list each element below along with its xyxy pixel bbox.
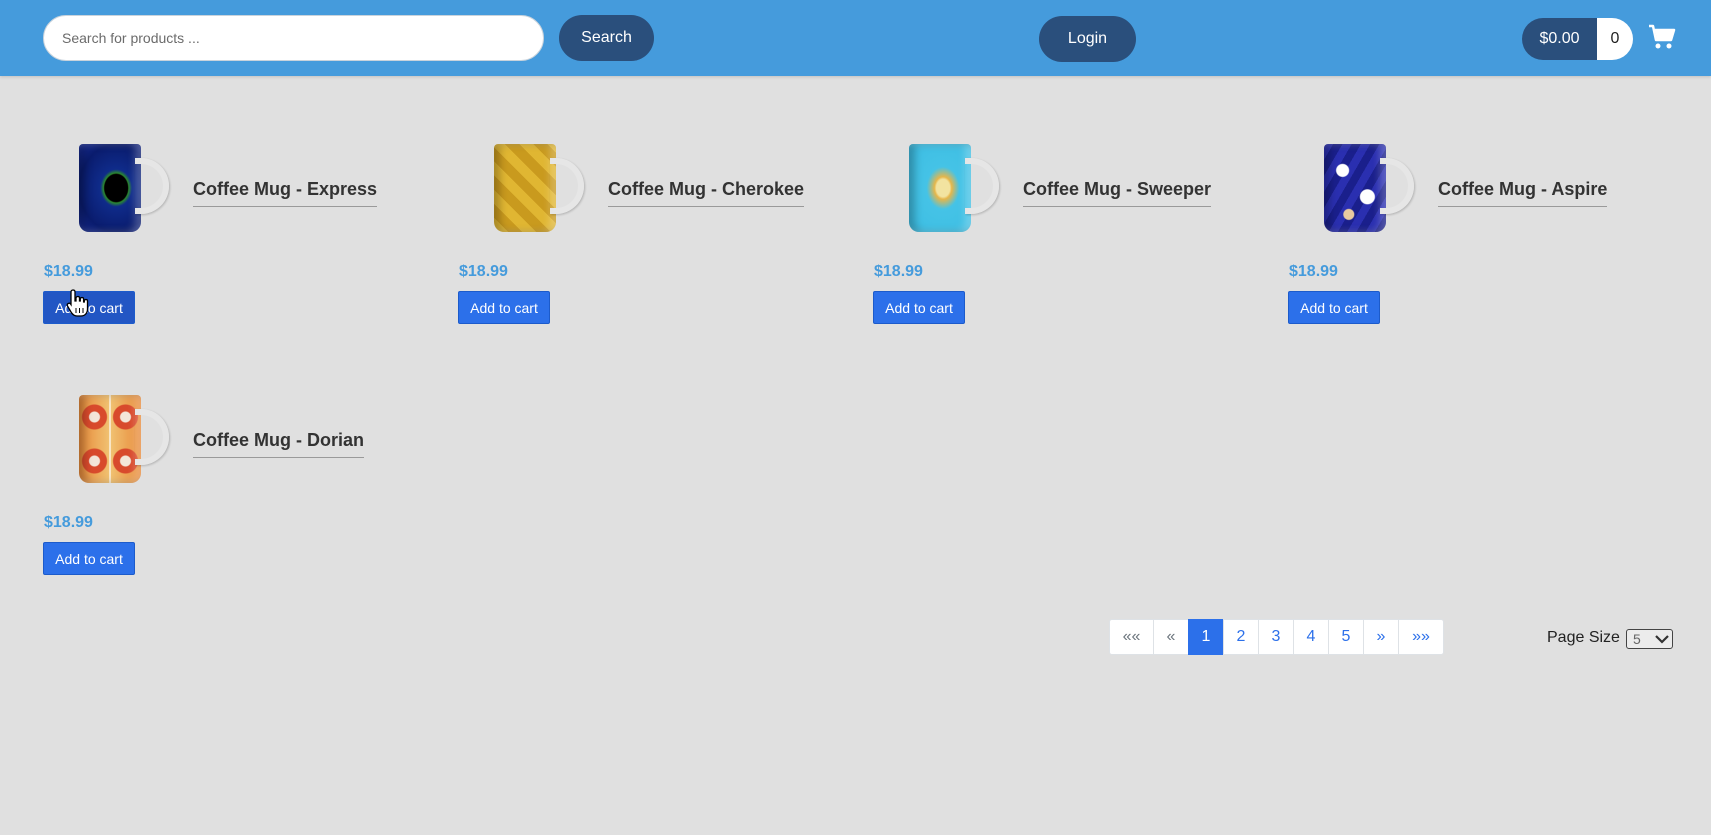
next-page-button[interactable]: » [1363, 619, 1399, 655]
product-card: Coffee Mug - Dorian $18.99 Add to cart [43, 343, 443, 575]
first-page-button[interactable]: «« [1109, 619, 1154, 655]
product-title[interactable]: Coffee Mug - Express [193, 179, 378, 207]
product-title[interactable]: Coffee Mug - Dorian [193, 430, 364, 458]
page-size-value: 5 [1633, 631, 1641, 647]
top-nav-bar: Search Login $0.00 0 [0, 0, 1711, 76]
add-to-cart-button[interactable]: Add to cart [1288, 291, 1380, 324]
add-to-cart-button[interactable]: Add to cart [873, 291, 965, 324]
product-image[interactable] [79, 395, 179, 487]
pagination: «« « 1 2 3 4 5 » »» [1109, 619, 1444, 655]
add-to-cart-button[interactable]: Add to cart [458, 291, 550, 324]
product-image[interactable] [79, 144, 179, 236]
product-card: Coffee Mug - Aspire $18.99 Add to cart [1288, 92, 1688, 324]
page-button-3[interactable]: 3 [1258, 619, 1294, 655]
search-button[interactable]: Search [559, 15, 654, 61]
add-to-cart-button[interactable]: Add to cart [43, 291, 135, 324]
product-price: $18.99 [459, 263, 508, 280]
product-card: Coffee Mug - Cherokee $18.99 Add to cart [458, 92, 858, 324]
product-image[interactable] [909, 144, 1009, 236]
cart-count-badge[interactable]: 0 [1597, 18, 1633, 60]
product-card: Coffee Mug - Sweeper $18.99 Add to cart [873, 92, 1273, 324]
last-page-button[interactable]: »» [1398, 619, 1444, 655]
product-title[interactable]: Coffee Mug - Cherokee [608, 179, 805, 207]
product-price: $18.99 [1289, 263, 1338, 280]
cart-total[interactable]: $0.00 [1522, 18, 1597, 60]
page-button-4[interactable]: 4 [1293, 619, 1329, 655]
search-input[interactable] [43, 15, 544, 61]
product-price: $18.99 [874, 263, 923, 280]
product-image[interactable] [1324, 144, 1424, 236]
shopping-cart-icon[interactable] [1648, 24, 1676, 50]
login-button[interactable]: Login [1039, 16, 1136, 62]
page-button-1[interactable]: 1 [1188, 619, 1224, 655]
page-size-label: Page Size [1547, 629, 1620, 646]
product-price: $18.99 [44, 263, 93, 280]
chevron-down-icon [1655, 635, 1669, 644]
add-to-cart-button[interactable]: Add to cart [43, 542, 135, 575]
product-title[interactable]: Coffee Mug - Aspire [1438, 179, 1608, 207]
product-title[interactable]: Coffee Mug - Sweeper [1023, 179, 1212, 207]
previous-page-button[interactable]: « [1153, 619, 1189, 655]
page-button-5[interactable]: 5 [1328, 619, 1364, 655]
product-card: Coffee Mug - Express $18.99 Add to cart [43, 92, 443, 324]
page-button-2[interactable]: 2 [1223, 619, 1259, 655]
product-image[interactable] [494, 144, 594, 236]
page-size-select[interactable]: 5 [1626, 629, 1673, 649]
product-price: $18.99 [44, 514, 93, 531]
